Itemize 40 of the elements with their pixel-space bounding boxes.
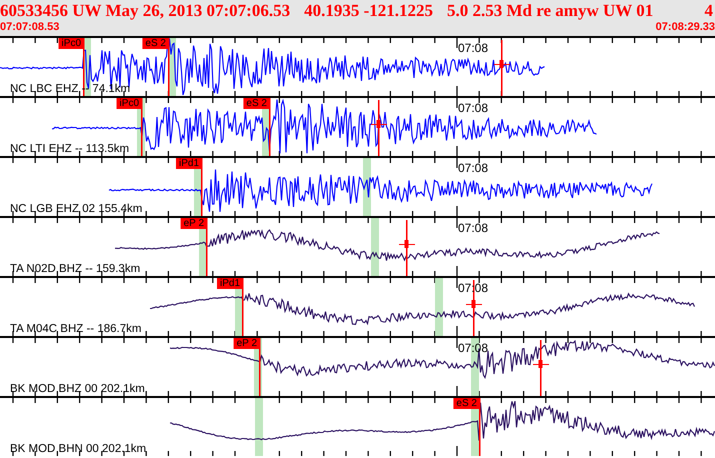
pick-flag[interactable]: iPc0: [116, 98, 142, 109]
station-label: BK MOD BHZ 00 202.1km: [10, 383, 145, 395]
station-label: TA M04C BHZ -- 186.7km: [10, 323, 142, 335]
pick-line: [259, 338, 260, 396]
event-info: 4: [704, 0, 713, 21]
station-label: BK MOD BHN 00 202.1km: [10, 443, 146, 455]
event-info: 60533456 UW May 26, 2013 07:07:06.53: [0, 0, 290, 21]
amplitude-marker: [371, 100, 387, 156]
time-label: 07:08: [458, 161, 488, 175]
pick-window-band: [255, 398, 263, 456]
pick-flag[interactable]: eS 2: [142, 38, 169, 49]
amplitude-marker: [533, 340, 549, 396]
amplitude-marker: [399, 220, 415, 276]
pick-flag[interactable]: eP 2: [180, 218, 207, 229]
station-label: TA N02D BHZ -- 159.3km: [10, 263, 140, 275]
event-info: 40.1935 -121.1225: [304, 0, 434, 21]
time-label: 07:08: [458, 41, 488, 55]
pick-flag[interactable]: iPd1: [216, 278, 243, 289]
station-label: NC LTI EHZ -- 113.5km: [10, 143, 130, 155]
event-info: 5.0 2.53 Md re amyw UW 01: [447, 0, 654, 21]
pick-flag[interactable]: eS 2: [453, 398, 480, 409]
pick-line: [201, 158, 202, 216]
time-label: 07:08: [458, 101, 488, 115]
time-label: 07:08: [458, 221, 488, 235]
end-time: 07:08:29.33: [656, 21, 715, 34]
pick-window-band: [371, 218, 379, 276]
time-label: 07:08: [458, 341, 488, 355]
station-label: NC LGB EHZ 02 155.4km: [10, 203, 142, 215]
amplitude-marker: [494, 40, 510, 96]
pick-line: [206, 218, 208, 276]
pick-flag[interactable]: eP 2: [234, 338, 260, 349]
pick-line: [141, 98, 142, 156]
pick-line: [242, 278, 244, 336]
pick-flag[interactable]: iPd1: [176, 158, 202, 169]
station-label: NC LBC EHZ -- 74.1km: [10, 83, 130, 95]
start-time: 07:07:08.53: [0, 21, 60, 34]
pick-window-band: [435, 278, 443, 336]
pick-line: [83, 38, 84, 96]
pick-flag[interactable]: eS 2: [243, 98, 270, 109]
pick-flag[interactable]: iPc0: [58, 38, 84, 49]
